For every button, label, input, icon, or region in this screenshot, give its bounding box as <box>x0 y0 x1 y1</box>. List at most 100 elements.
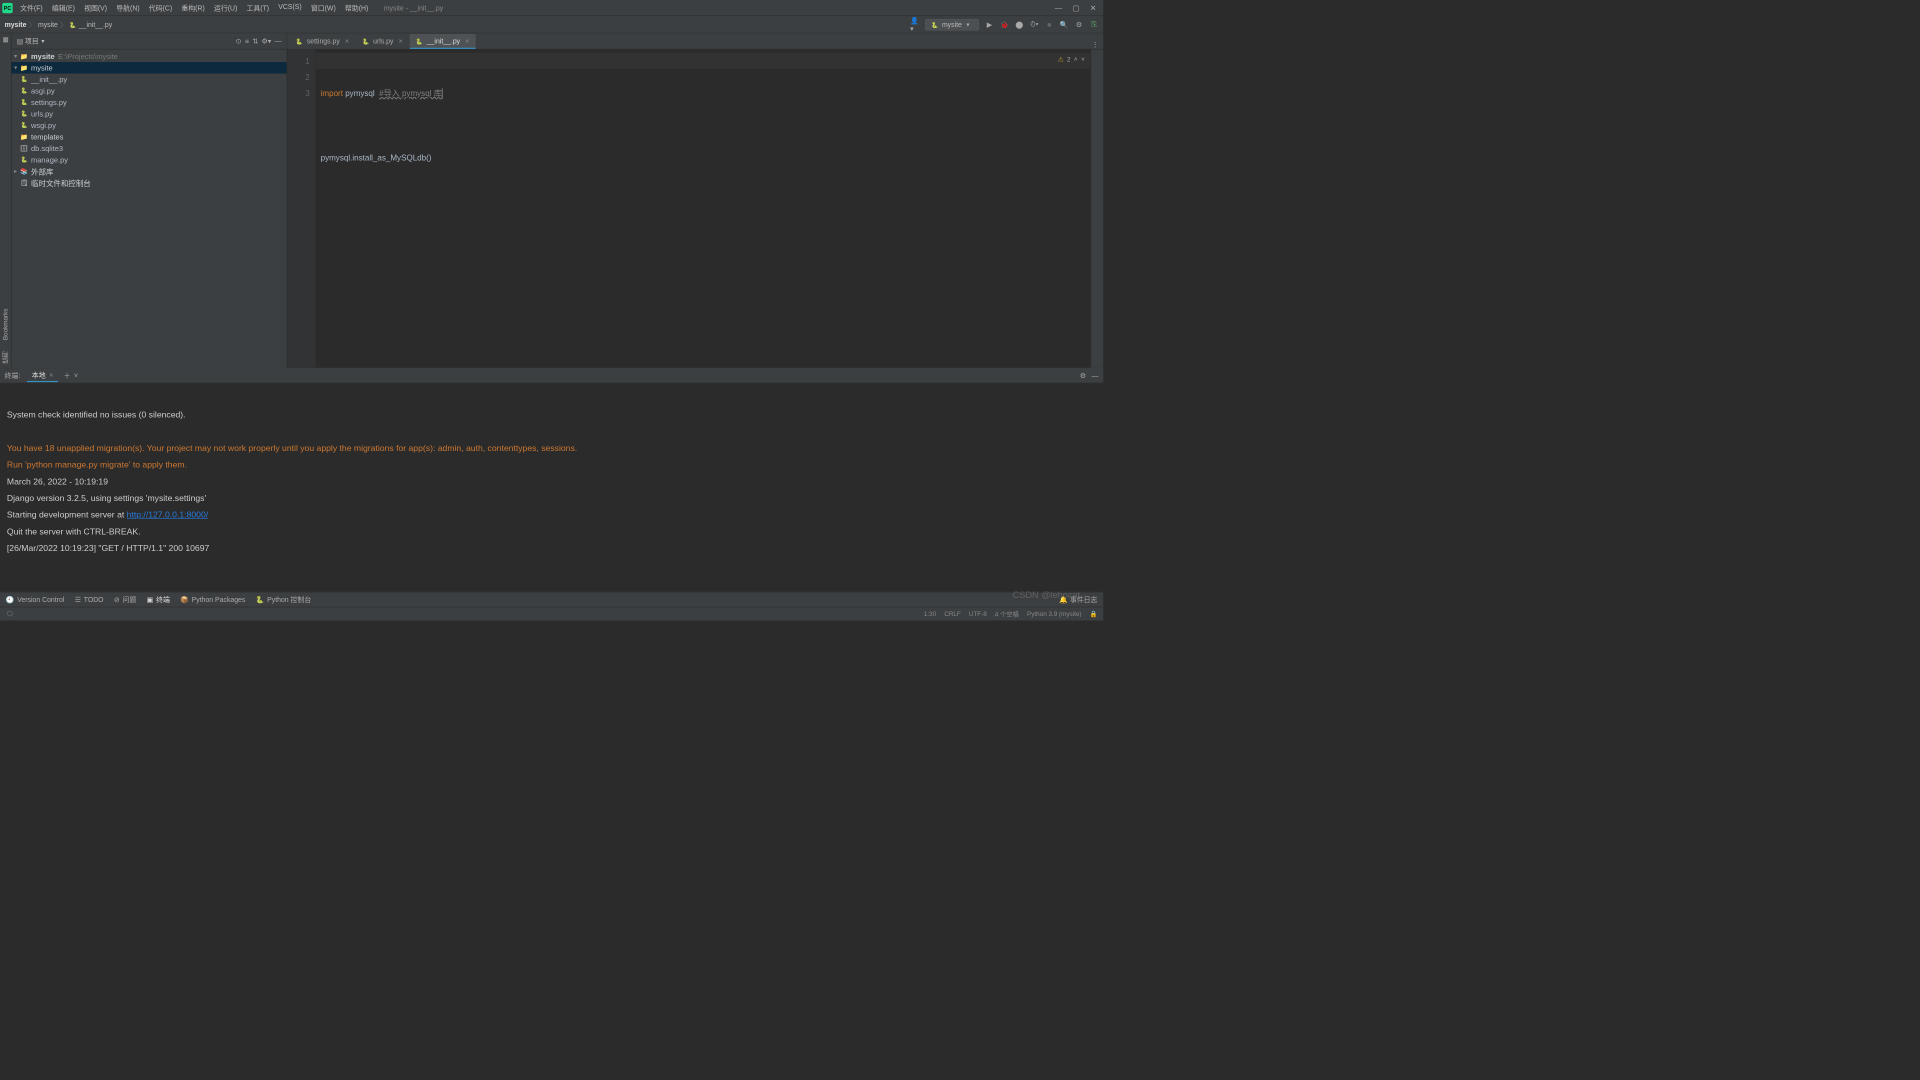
run-config-selector[interactable]: mysite ▼ <box>925 19 979 30</box>
close-icon[interactable]: × <box>465 37 469 45</box>
menu-run[interactable]: 运行(U) <box>210 1 241 15</box>
inspection-widget[interactable]: ⚠ 2 ˄ ˅ <box>1058 52 1085 68</box>
tree-label: db.sqlite3 <box>31 144 63 153</box>
tool-version-control[interactable]: 🕘 Version Control <box>6 596 65 604</box>
run-button[interactable]: ▶ <box>985 20 994 29</box>
tree-label: __init__.py <box>31 75 67 84</box>
menu-refactor[interactable]: 重构(R) <box>177 1 208 15</box>
code-content[interactable]: import pymysql #导入 pymysql 库 pymysql.ins… <box>316 49 1091 367</box>
nav-up-icon[interactable]: ˄ <box>1074 52 1078 68</box>
add-terminal-button[interactable]: ＋ <box>64 371 71 381</box>
close-button[interactable]: ✕ <box>1090 3 1096 12</box>
tree-dir-templates[interactable]: templates <box>11 131 286 142</box>
expand-arrow-icon[interactable]: ▾ <box>11 65 19 71</box>
terminal-output[interactable]: System check identified no issues (0 sil… <box>0 383 1103 592</box>
tree-root[interactable]: ▾ mysite E:\Projects\mysite <box>11 51 286 62</box>
line-separator[interactable]: CRLF <box>944 610 961 617</box>
project-tree[interactable]: ▾ mysite E:\Projects\mysite ▾ mysite __i… <box>11 49 286 367</box>
tool-label: 问题 <box>123 595 137 605</box>
locate-icon[interactable]: ⊙ <box>236 37 242 45</box>
panel-settings-icon[interactable]: ⚙▾ <box>262 37 272 45</box>
profile-button[interactable]: ⏱▾ <box>1030 20 1039 29</box>
user-icon[interactable]: 👤▾ <box>910 20 919 29</box>
lock-icon[interactable]: 🔒 <box>1090 610 1098 617</box>
tool-label: 终端 <box>156 595 170 605</box>
tool-todo[interactable]: ☰ TODO <box>75 596 104 604</box>
tab-init[interactable]: __init__.py× <box>410 34 476 49</box>
structure-tab[interactable]: 结构 <box>0 348 10 368</box>
tree-file-manage[interactable]: manage.py <box>11 154 286 165</box>
hide-terminal-icon[interactable]: — <box>1092 371 1099 379</box>
close-icon[interactable]: × <box>47 371 53 379</box>
menu-view[interactable]: 视图(V) <box>80 1 111 15</box>
tree-scratches[interactable]: 临时文件和控制台 <box>11 177 286 188</box>
menu-file[interactable]: 文件(F) <box>16 1 47 15</box>
terminal-title: 终端: <box>5 371 21 381</box>
nav-down-icon[interactable]: ˅ <box>1081 52 1085 68</box>
menu-code[interactable]: 代码(C) <box>145 1 176 15</box>
menu-vcs[interactable]: VCS(S) <box>274 1 305 15</box>
app-icon: PC <box>2 3 12 13</box>
menu-edit[interactable]: 编辑(E) <box>48 1 79 15</box>
term-line: [26/Mar/2022 10:19:23] "GET / HTTP/1.1" … <box>7 544 209 554</box>
tree-file-wsgi[interactable]: wsgi.py <box>11 120 286 131</box>
terminal-settings-icon[interactable]: ⚙ <box>1080 371 1086 379</box>
tree-label: settings.py <box>31 98 67 107</box>
tree-file-db[interactable]: db.sqlite3 <box>11 142 286 153</box>
navigation-bar: mysite 〉 mysite 〉 __init__.py 👤▾ mysite … <box>0 16 1103 33</box>
tab-urls[interactable]: urls.py× <box>356 34 409 49</box>
line-gutter: 1 2 3 <box>287 49 316 367</box>
tool-terminal[interactable]: ▣ 终端 <box>147 595 170 605</box>
settings-icon[interactable]: ⚙ <box>1074 20 1083 29</box>
bookmarks-tab[interactable]: Bookmarks <box>1 305 9 344</box>
menu-navigate[interactable]: 导航(N) <box>112 1 143 15</box>
tree-dir-mysite[interactable]: ▾ mysite <box>11 62 286 73</box>
status-notify-icon[interactable]: 🗨 <box>6 610 14 617</box>
chevron-down-icon[interactable]: ˅ <box>74 371 78 379</box>
menu-window[interactable]: 窗口(W) <box>307 1 340 15</box>
expand-icon[interactable]: ≡ <box>245 37 249 45</box>
file-encoding[interactable]: UTF-8 <box>969 610 987 617</box>
menu-tools[interactable]: 工具(T) <box>242 1 273 15</box>
tool-problems[interactable]: ⊘ 问题 <box>114 595 136 605</box>
crumb-1[interactable]: mysite <box>38 20 58 28</box>
stop-button[interactable]: ■ <box>1045 20 1054 29</box>
debug-button[interactable]: 🐞 <box>1000 20 1009 29</box>
expand-arrow-icon[interactable]: ▾ <box>11 53 19 59</box>
code-editor[interactable]: 1 2 3 import pymysql #导入 pymysql 库 pymys… <box>287 49 1103 367</box>
maximize-button[interactable]: ▢ <box>1073 3 1080 12</box>
chevron-down-icon[interactable]: ▼ <box>40 38 45 44</box>
tree-label: 外部库 <box>31 166 53 177</box>
cursor-position[interactable]: 1:30 <box>924 610 936 617</box>
tree-file-init[interactable]: __init__.py <box>11 74 286 85</box>
expand-arrow-icon[interactable]: ▸ <box>11 168 19 174</box>
tree-file-urls[interactable]: urls.py <box>11 108 286 119</box>
python-file-icon <box>20 87 29 94</box>
term-line: Quit the server with CTRL-BREAK. <box>7 527 141 537</box>
close-icon[interactable]: × <box>399 37 403 45</box>
tree-file-settings[interactable]: settings.py <box>11 97 286 108</box>
project-tool-icon[interactable]: ▦ <box>2 36 8 43</box>
crumb-2[interactable]: __init__.py <box>79 20 112 28</box>
coverage-button[interactable]: ⬤ <box>1015 20 1024 29</box>
warning-count: 2 <box>1067 52 1071 68</box>
crumb-root[interactable]: mysite <box>5 20 27 28</box>
indent-setting[interactable]: 4 个空格 <box>995 609 1019 618</box>
tree-label: wsgi.py <box>31 121 56 130</box>
python-interpreter[interactable]: Python 3.9 (mysite) <box>1027 610 1081 617</box>
tab-settings[interactable]: settings.py× <box>290 34 356 49</box>
search-everywhere-icon[interactable]: 🔍 <box>1059 20 1068 29</box>
minimize-button[interactable]: — <box>1055 3 1062 12</box>
tool-python-packages[interactable]: 📦 Python Packages <box>180 596 245 604</box>
menu-help[interactable]: 帮助(H) <box>341 1 372 15</box>
close-icon[interactable]: × <box>345 37 349 45</box>
collapse-icon[interactable]: ⇅ <box>252 37 258 45</box>
server-url-link[interactable]: http://127.0.0.1:8000/ <box>127 510 208 520</box>
terminal-tab-local[interactable]: 本地 × <box>27 369 58 382</box>
tree-file-asgi[interactable]: asgi.py <box>11 85 286 96</box>
hide-panel-icon[interactable]: — <box>275 37 282 45</box>
editor-more-icon[interactable]: ⋮ <box>1092 41 1099 49</box>
tool-python-console[interactable]: 🐍 Python 控制台 <box>256 595 312 605</box>
code-with-me-icon[interactable]: ⎘ <box>1089 20 1098 29</box>
tree-external-libs[interactable]: ▸ 外部库 <box>11 165 286 176</box>
